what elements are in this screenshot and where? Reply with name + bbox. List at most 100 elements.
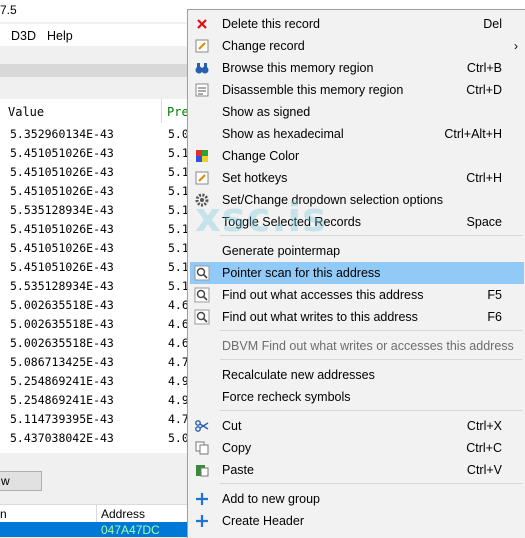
menu-item-label: Show as signed (222, 105, 311, 119)
menu-item-paste[interactable]: Paste Ctrl+V (190, 459, 524, 481)
column-divider[interactable] (161, 99, 162, 123)
address-list-header: n Address (0, 504, 188, 523)
table-row[interactable]: 5.451051026E-43 5.1 (0, 239, 189, 258)
table-row[interactable]: 5.451051026E-43 5.1 (0, 220, 189, 239)
menu-item-cut[interactable]: Cut Ctrl+X (190, 415, 524, 437)
table-row[interactable]: 5.451051026E-43 5.1 (0, 144, 189, 163)
cell-previous: 4.7 (168, 412, 189, 426)
menu-item-label: Add to new group (222, 492, 320, 506)
cell-previous: 5.1 (168, 203, 189, 217)
menu-item-label: DBVM Find out what writes or accesses th… (222, 339, 514, 353)
menu-item-add-to-new-group[interactable]: Add to new group (190, 488, 524, 510)
menu-item-label: Cut (222, 419, 242, 433)
bottom-button[interactable]: w (0, 471, 42, 491)
menu-separator (220, 330, 522, 331)
menu-item-generate-pointermap[interactable]: Generate pointermap (190, 240, 524, 262)
cell-previous: 5.0 (168, 127, 189, 141)
menu-item-label: Generate pointermap (222, 244, 341, 258)
menu-item-change-record[interactable]: Change record › (190, 35, 524, 57)
find-access-icon (194, 287, 210, 303)
menu-item-label: Paste (222, 463, 254, 477)
address-row-selected[interactable]: 047A47DC (0, 522, 188, 537)
menu-item-create-header[interactable]: Create Header (190, 510, 524, 532)
table-row[interactable]: 5.002635518E-43 4.6 (0, 296, 189, 315)
hotkey-icon (194, 170, 210, 186)
menu-item-force-recheck-symbols[interactable]: Force recheck symbols (190, 386, 524, 408)
cell-value: 5.002635518E-43 (10, 317, 114, 331)
menu-item-show-as-signed[interactable]: Show as signed (190, 101, 524, 123)
cell-value: 5.002635518E-43 (10, 298, 114, 312)
cell-previous: 5.1 (168, 241, 189, 255)
submenu-arrow-icon: › (514, 39, 518, 53)
menu-item-label: Change Color (222, 149, 300, 163)
table-row[interactable]: 5.451051026E-43 5.1 (0, 163, 189, 182)
table-row[interactable]: 5.254869241E-43 4.9 (0, 372, 189, 391)
table-row[interactable]: 5.002635518E-43 4.6 (0, 334, 189, 353)
plus-icon (194, 513, 210, 529)
table-row[interactable]: 5.002635518E-43 4.6 (0, 315, 189, 334)
cell-previous: 4.6 (168, 336, 189, 350)
cell-value: 5.254869241E-43 (10, 393, 114, 407)
table-row[interactable]: 5.451051026E-43 5.1 (0, 182, 189, 201)
menu-item-copy[interactable]: Copy Ctrl+C (190, 437, 524, 459)
table-row[interactable]: 5.086713425E-43 4.7 (0, 353, 189, 372)
address-col-1[interactable]: n (0, 507, 7, 521)
results-list[interactable]: 5.352960134E-43 5.0 5.451051026E-43 5.1 5.45… (0, 123, 189, 453)
column-previous[interactable]: Pre (167, 105, 189, 119)
menu-item-label: Find out what writes to this address (222, 310, 418, 324)
table-row[interactable]: 5.437038042E-43 5.0 (0, 429, 189, 448)
menu-item-pointer-scan-for-this-address[interactable]: Pointer scan for this address (190, 262, 524, 284)
menu-help[interactable]: Help (47, 29, 73, 43)
menu-item-change-color[interactable]: Change Color (190, 145, 524, 167)
cell-previous: 5.1 (168, 165, 189, 179)
cell-value: 5.086713425E-43 (10, 355, 114, 369)
table-row[interactable]: 5.451051026E-43 5.1 (0, 258, 189, 277)
color-palette-icon (194, 148, 210, 164)
address-col-address[interactable]: Address (101, 507, 145, 521)
table-row[interactable]: 5.114739395E-43 4.7 (0, 410, 189, 429)
cell-value: 5.451051026E-43 (10, 165, 114, 179)
menu-item-dbvm-find-out-what-writes-or-accesses-this-address[interactable]: DBVM Find out what writes or accesses th… (190, 335, 524, 357)
menu-item-disassemble-this-memory-region[interactable]: Disassemble this memory region Ctrl+D (190, 79, 524, 101)
cell-previous: 4.6 (168, 298, 189, 312)
table-row[interactable]: 5.535128934E-43 5.1 (0, 201, 189, 220)
menu-d3d[interactable]: D3D (11, 29, 36, 43)
menu-item-label: Disassemble this memory region (222, 83, 404, 97)
menu-item-shortcut: Ctrl+V (466, 463, 502, 477)
find-write-icon (194, 309, 210, 325)
address-col-divider[interactable] (96, 505, 97, 523)
binoculars-icon (194, 60, 210, 76)
column-value[interactable]: Value (8, 105, 44, 119)
address-value: 047A47DC (101, 523, 160, 537)
menu-item-label: Show as hexadecimal (222, 127, 344, 141)
window-title: 7.5 (0, 3, 17, 17)
results-header: Value Pre (0, 99, 189, 124)
cell-previous: 5.1 (168, 146, 189, 160)
red-x-icon (194, 16, 210, 32)
menu-item-shortcut: F6 (487, 310, 502, 324)
table-row[interactable]: 5.254869241E-43 4.9 (0, 391, 189, 410)
cell-previous: 5.1 (168, 260, 189, 274)
menu-item-browse-this-memory-region[interactable]: Browse this memory region Ctrl+B (190, 57, 524, 79)
menu-item-set-hotkeys[interactable]: Set hotkeys Ctrl+H (190, 167, 524, 189)
bottom-button-label: w (1, 474, 10, 488)
toolbar-area (0, 48, 188, 64)
table-row[interactable]: 5.352960134E-43 5.0 (0, 125, 189, 144)
menu-item-label: Delete this record (222, 17, 320, 31)
edit-record-icon (194, 38, 210, 54)
menu-item-find-out-what-writes-to-this-address[interactable]: Find out what writes to this address F6 (190, 306, 524, 328)
menu-item-delete-this-record[interactable]: Delete this record Del (190, 13, 524, 35)
progress-strip (0, 64, 188, 77)
menu-item-find-out-what-accesses-this-address[interactable]: Find out what accesses this address F5 (190, 284, 524, 306)
menu-item-show-as-hexadecimal[interactable]: Show as hexadecimal Ctrl+Alt+H (190, 123, 524, 145)
menu-item-recalculate-new-addresses[interactable]: Recalculate new addresses (190, 364, 524, 386)
cell-previous: 4.6 (168, 317, 189, 331)
cell-previous: 4.7 (168, 355, 189, 369)
cell-value: 5.451051026E-43 (10, 184, 114, 198)
magnifier-icon (194, 265, 210, 281)
menu-item-label: Find out what accesses this address (222, 288, 424, 302)
cell-value: 5.451051026E-43 (10, 146, 114, 160)
menu-separator (220, 410, 522, 411)
table-row[interactable]: 5.535128934E-43 5.1 (0, 277, 189, 296)
menu-item-label: Pointer scan for this address (222, 266, 381, 280)
